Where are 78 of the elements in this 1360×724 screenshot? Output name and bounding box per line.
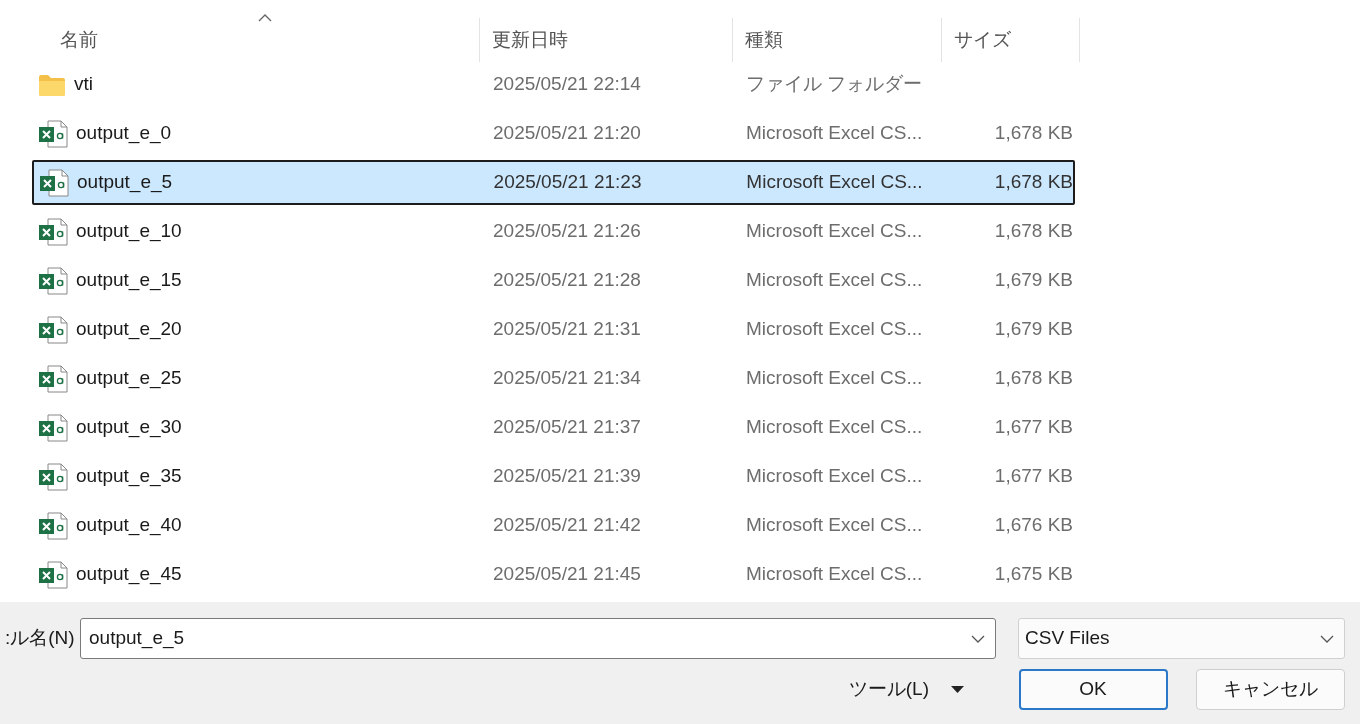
column-header[interactable]: 種類 [733, 18, 942, 62]
file-row[interactable]: output_e_0 2025/05/21 21:20 Microsoft Excel CS... 1,678 KB [32, 111, 1075, 156]
file-row[interactable]: output_e_45 2025/05/21 21:45 Microsoft Excel CS... 1,675 KB [32, 552, 1075, 597]
spreadsheet-file-icon [38, 462, 68, 491]
modified-date: 2025/05/21 21:37 [493, 416, 641, 438]
spreadsheet-file-icon [38, 217, 68, 246]
dropdown-chevron-icon[interactable] [971, 634, 985, 643]
file-row[interactable]: output_e_25 2025/05/21 21:34 Microsoft Excel CS... 1,678 KB [32, 356, 1075, 401]
file-size: 1,677 KB [994, 416, 1073, 438]
file-name: output_e_5 [77, 170, 173, 195]
column-header[interactable]: サイズ [942, 18, 1080, 62]
file-row[interactable]: output_e_20 2025/05/21 21:31 Microsoft Excel CS... 1,679 KB [32, 307, 1075, 352]
dropdown-triangle-icon[interactable] [951, 685, 964, 693]
dropdown-chevron-icon [1320, 634, 1334, 643]
file-size: 1,678 KB [994, 220, 1073, 242]
file-row[interactable]: output_e_35 2025/05/21 21:39 Microsoft Excel CS... 1,677 KB [32, 454, 1075, 499]
spreadsheet-file-icon [38, 266, 68, 295]
file-name: output_e_10 [76, 219, 182, 244]
modified-date: 2025/05/21 22:14 [493, 73, 641, 95]
file-row[interactable]: output_e_40 2025/05/21 21:42 Microsoft Excel CS... 1,676 KB [32, 503, 1075, 548]
file-type: Microsoft Excel CS... [746, 514, 923, 536]
file-name: output_e_30 [76, 415, 182, 440]
file-size: 1,679 KB [994, 318, 1073, 340]
file-name: output_e_15 [76, 268, 182, 293]
file-type-dropdown[interactable]: CSV Files [1018, 618, 1345, 659]
modified-date: 2025/05/21 21:45 [493, 563, 641, 585]
file-name-field[interactable]: output_e_5 [80, 618, 996, 659]
dialog-button[interactable]: OK [1018, 668, 1168, 710]
file-size: 1,677 KB [994, 465, 1073, 487]
file-type: Microsoft Excel CS... [746, 563, 923, 585]
file-row[interactable]: vti 2025/05/21 22:14 ファイル フォルダー [32, 62, 1075, 107]
modified-date: 2025/05/21 21:34 [493, 367, 641, 389]
file-row[interactable]: output_e_15 2025/05/21 21:28 Microsoft Excel CS... 1,679 KB [32, 258, 1075, 303]
file-type: Microsoft Excel CS... [746, 318, 923, 340]
file-name: output_e_45 [76, 562, 182, 587]
file-size: 1,675 KB [994, 563, 1073, 585]
file-type: Microsoft Excel CS... [746, 465, 923, 487]
spreadsheet-file-icon [38, 560, 68, 589]
column-header[interactable]: 名前 [32, 18, 480, 62]
dialog-button[interactable]: キャンセル [1196, 668, 1345, 710]
modified-date: 2025/05/21 21:39 [493, 465, 641, 487]
file-size: 1,678 KB [994, 367, 1073, 389]
file-type: Microsoft Excel CS... [746, 171, 923, 193]
column-header[interactable]: 更新日時 [480, 18, 733, 62]
file-type: Microsoft Excel CS... [746, 220, 923, 242]
file-type: ファイル フォルダー [746, 73, 923, 95]
file-size: 1,678 KB [994, 171, 1073, 193]
file-size: 1,679 KB [994, 269, 1073, 291]
folder-icon [38, 72, 66, 97]
spreadsheet-file-icon [39, 168, 69, 197]
file-type: Microsoft Excel CS... [746, 367, 923, 389]
file-type: Microsoft Excel CS... [746, 416, 923, 438]
file-row[interactable]: output_e_5 2025/05/21 21:23 Microsoft Excel CS... 1,678 KB [32, 160, 1075, 205]
file-type: Microsoft Excel CS... [746, 269, 923, 291]
file-name: output_e_20 [76, 317, 182, 342]
modified-date: 2025/05/21 21:28 [493, 269, 641, 291]
file-name: output_e_0 [76, 121, 172, 146]
spreadsheet-file-icon [38, 511, 68, 540]
modified-date: 2025/05/21 21:42 [493, 514, 641, 536]
file-type: Microsoft Excel CS... [746, 122, 923, 144]
file-size: 1,676 KB [994, 514, 1073, 536]
file-row[interactable]: output_e_10 2025/05/21 21:26 Microsoft Excel CS... 1,678 KB [32, 209, 1075, 254]
file-name: vti [74, 72, 93, 97]
file-row[interactable]: output_e_30 2025/05/21 21:37 Microsoft Excel CS... 1,677 KB [32, 405, 1075, 450]
modified-date: 2025/05/21 21:26 [493, 220, 641, 242]
file-size: 1,678 KB [994, 122, 1073, 144]
modified-date: 2025/05/21 21:20 [493, 122, 641, 144]
spreadsheet-file-icon [38, 315, 68, 344]
spreadsheet-file-icon [38, 413, 68, 442]
spreadsheet-file-icon [38, 364, 68, 393]
modified-date: 2025/05/21 21:31 [493, 318, 641, 340]
modified-date: 2025/05/21 21:23 [493, 171, 642, 193]
file-name: output_e_35 [76, 464, 182, 489]
file-name-label: ル名(N): [5, 626, 76, 651]
file-name: output_e_25 [76, 366, 182, 391]
spreadsheet-file-icon [38, 119, 68, 148]
tools-menu[interactable]: ツール(L) [848, 674, 929, 704]
file-name: output_e_40 [76, 513, 182, 538]
